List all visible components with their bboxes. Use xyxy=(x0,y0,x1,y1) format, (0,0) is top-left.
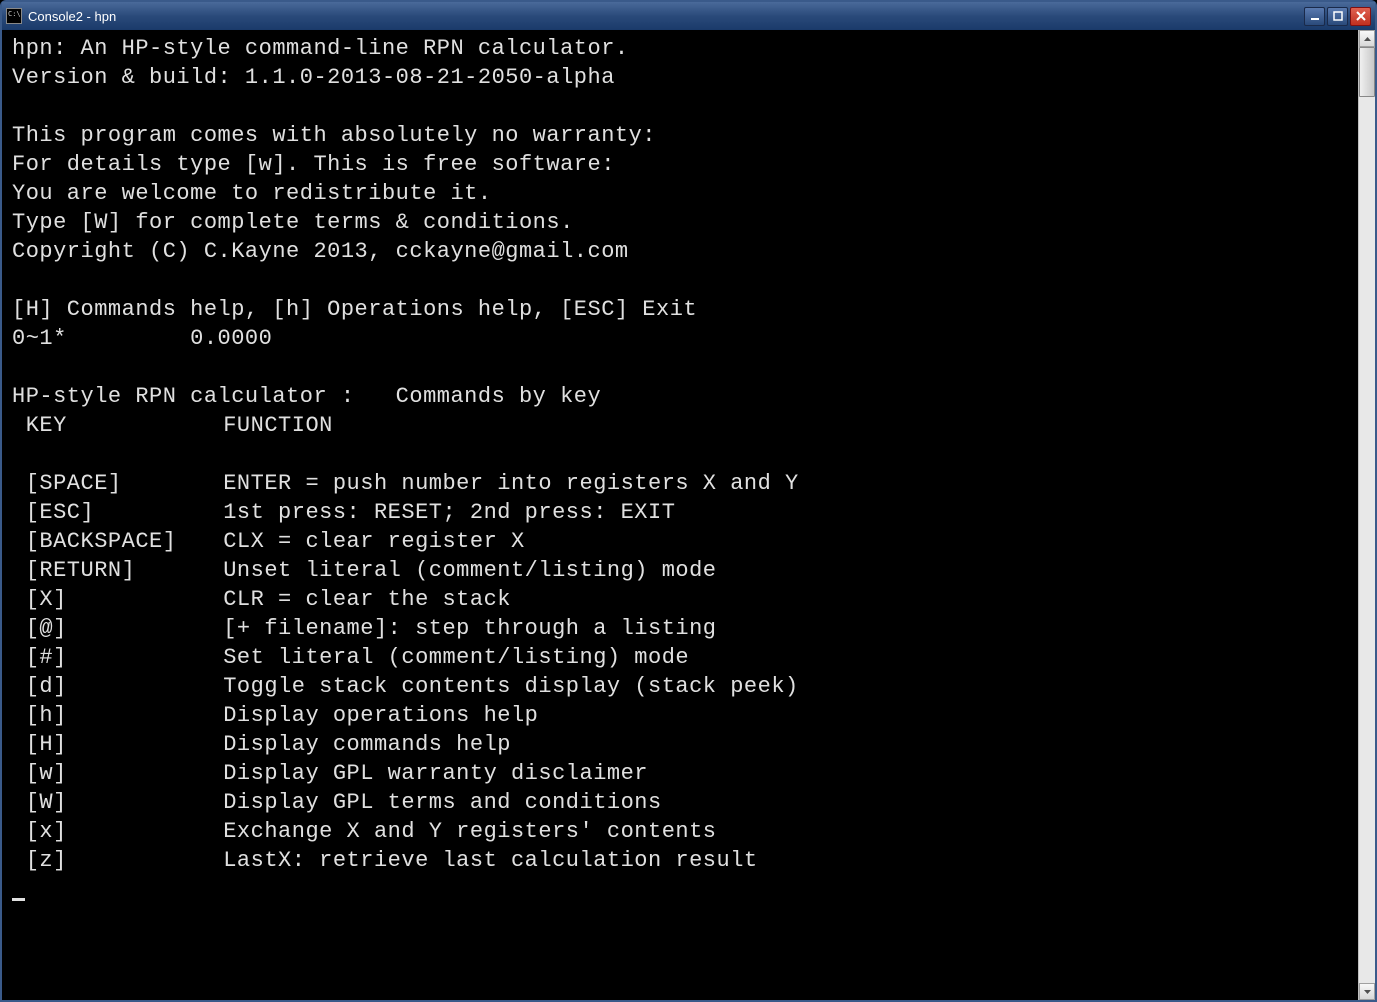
scroll-thumb[interactable] xyxy=(1359,47,1375,97)
command-key: [ESC] xyxy=(12,498,223,527)
command-func: ENTER = push number into registers X and… xyxy=(223,471,799,496)
command-row: [#] Set literal (comment/listing) mode xyxy=(12,645,689,670)
command-func: CLX = clear register X xyxy=(223,529,524,554)
command-func: [+ filename]: step through a listing xyxy=(223,616,716,641)
text-line: Copyright (C) C.Kayne 2013, cckayne@gmai… xyxy=(12,239,629,264)
app-icon xyxy=(6,8,22,24)
command-row: [@] [+ filename]: step through a listing xyxy=(12,616,717,641)
command-func: 1st press: RESET; 2nd press: EXIT xyxy=(223,500,675,525)
command-row: [SPACE] ENTER = push number into registe… xyxy=(12,471,799,496)
command-func: Unset literal (comment/listing) mode xyxy=(223,558,716,583)
func-col-header: FUNCTION xyxy=(223,413,333,438)
command-key: [W] xyxy=(12,788,223,817)
scroll-down-button[interactable] xyxy=(1359,983,1375,1000)
command-row: [BACKSPACE] CLX = clear register X xyxy=(12,529,525,554)
command-key: [BACKSPACE] xyxy=(12,527,223,556)
table-header: KEYFUNCTION xyxy=(12,413,333,438)
content-area: hpn: An HP-style command-line RPN calcul… xyxy=(2,30,1375,1000)
command-row: [H] Display commands help xyxy=(12,732,511,757)
command-func: Display GPL warranty disclaimer xyxy=(223,761,648,786)
command-row: [x] Exchange X and Y registers' contents xyxy=(12,819,717,844)
close-button[interactable] xyxy=(1350,7,1371,26)
command-func: Display GPL terms and conditions xyxy=(223,790,661,815)
command-func: LastX: retrieve last calculation result xyxy=(223,848,757,873)
text-line: Version & build: 1.1.0-2013-08-21-2050-a… xyxy=(12,65,615,90)
command-func: Set literal (comment/listing) mode xyxy=(223,645,689,670)
command-key: [#] xyxy=(12,643,223,672)
command-func: Display commands help xyxy=(223,732,511,757)
window-controls xyxy=(1304,7,1371,26)
scroll-track[interactable] xyxy=(1359,47,1375,983)
key-col-header: KEY xyxy=(12,411,223,440)
command-key: [H] xyxy=(12,730,223,759)
maximize-button[interactable] xyxy=(1327,7,1348,26)
command-row: [W] Display GPL terms and conditions xyxy=(12,790,662,815)
command-key: [x] xyxy=(12,817,223,846)
text-line: This program comes with absolutely no wa… xyxy=(12,123,656,148)
text-line: Type [W] for complete terms & conditions… xyxy=(12,210,574,235)
command-row: [h] Display operations help xyxy=(12,703,538,728)
vertical-scrollbar[interactable] xyxy=(1358,30,1375,1000)
command-row: [RETURN] Unset literal (comment/listing)… xyxy=(12,558,717,583)
text-line: hpn: An HP-style command-line RPN calcul… xyxy=(12,36,629,61)
command-row: [z] LastX: retrieve last calculation res… xyxy=(12,848,758,873)
command-func: Display operations help xyxy=(223,703,538,728)
command-func: Toggle stack contents display (stack pee… xyxy=(223,674,799,699)
command-func: Exchange X and Y registers' contents xyxy=(223,819,716,844)
command-key: [h] xyxy=(12,701,223,730)
window-title: Console2 - hpn xyxy=(28,9,1304,24)
command-key: [@] xyxy=(12,614,223,643)
command-key: [w] xyxy=(12,759,223,788)
text-line: 0~1* 0.0000 xyxy=(12,326,272,351)
command-row: [ESC] 1st press: RESET; 2nd press: EXIT xyxy=(12,500,675,525)
command-key: [X] xyxy=(12,585,223,614)
command-key: [z] xyxy=(12,846,223,875)
scroll-up-button[interactable] xyxy=(1359,30,1375,47)
command-key: [d] xyxy=(12,672,223,701)
minimize-button[interactable] xyxy=(1304,7,1325,26)
text-line: You are welcome to redistribute it. xyxy=(12,181,492,206)
text-line: For details type [w]. This is free softw… xyxy=(12,152,615,177)
command-row: [X] CLR = clear the stack xyxy=(12,587,511,612)
terminal-cursor xyxy=(12,898,25,901)
titlebar[interactable]: Console2 - hpn xyxy=(2,2,1375,30)
command-func: CLR = clear the stack xyxy=(223,587,511,612)
text-line: HP-style RPN calculator : Commands by ke… xyxy=(12,384,601,409)
command-row: [w] Display GPL warranty disclaimer xyxy=(12,761,648,786)
command-key: [RETURN] xyxy=(12,556,223,585)
app-window: Console2 - hpn hpn: An HP-style command-… xyxy=(0,0,1377,1002)
text-line: [H] Commands help, [h] Operations help, … xyxy=(12,297,697,322)
command-row: [d] Toggle stack contents display (stack… xyxy=(12,674,799,699)
terminal-output[interactable]: hpn: An HP-style command-line RPN calcul… xyxy=(2,30,1358,1000)
command-key: [SPACE] xyxy=(12,469,223,498)
